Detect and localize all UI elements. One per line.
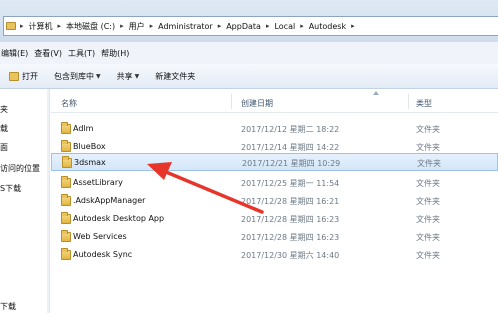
- sort-ascending-icon: [373, 91, 379, 95]
- file-name: BlueBox: [73, 142, 106, 151]
- breadcrumb-label: AppData: [226, 21, 261, 31]
- menu-edit[interactable]: 编辑(E): [1, 48, 34, 59]
- file-type: 文件夹: [416, 143, 440, 152]
- breadcrumb-label: 本地磁盘 (C:): [66, 21, 116, 31]
- file-type: 文件夹: [416, 251, 440, 260]
- file-type: 文件夹: [417, 159, 441, 168]
- menu-bar: 编辑(E) 查看(V) 工具(T) 帮助(H): [0, 42, 498, 64]
- nav-item[interactable]: 面: [0, 142, 8, 153]
- open-button[interactable]: 打开: [9, 71, 38, 82]
- share-button[interactable]: 共享 ▼: [117, 71, 140, 82]
- file-name: Autodesk Desktop App: [73, 214, 165, 223]
- include-label: 包含到库中: [54, 71, 94, 81]
- file-type: 文件夹: [416, 179, 440, 188]
- folder-icon: [61, 212, 71, 224]
- file-date: 2017/12/28 星期四 16:23: [241, 233, 340, 242]
- file-name: .AdskAppManager: [73, 196, 146, 205]
- folder-icon: [61, 194, 71, 206]
- navigation-pane: 夹 载 面 访问的位置 S下载 下载: [0, 89, 50, 313]
- chevron-right-icon[interactable]: ▸: [148, 22, 156, 30]
- breadcrumb-computer[interactable]: 计算机 ▸: [26, 21, 64, 32]
- breadcrumb-local[interactable]: Local ▸: [271, 22, 305, 31]
- breadcrumb-label: 用户: [128, 21, 145, 31]
- nav-item-recent-places[interactable]: 访问的位置: [0, 163, 40, 174]
- file-row-assetlibrary[interactable]: AssetLibrary 2017/12/25 星期一 11:54 文件夹: [51, 174, 498, 192]
- file-date: 2017/12/12 星期二 18:22: [241, 125, 340, 134]
- command-toolbar: 打开 包含到库中 ▼ 共享 ▼ 新建文件夹: [0, 64, 498, 89]
- nav-item-downloads[interactable]: S下载: [0, 183, 21, 194]
- file-date: 2017/12/25 星期一 11:54: [241, 179, 340, 188]
- file-type: 文件夹: [416, 197, 440, 206]
- breadcrumb-appdata[interactable]: AppData ▸: [223, 22, 271, 31]
- chevron-right-icon[interactable]: ▸: [18, 22, 26, 30]
- menu-tools[interactable]: 工具(T): [68, 48, 101, 59]
- chevron-right-icon[interactable]: ▸: [118, 22, 126, 30]
- file-row-desktop-app[interactable]: Autodesk Desktop App 2017/12/28 星期四 16:2…: [51, 210, 498, 228]
- file-date: 2017/12/21 星期四 10:29: [242, 159, 341, 168]
- file-date: 2017/12/28 星期四 16:23: [241, 215, 340, 224]
- nav-item[interactable]: 夹: [0, 104, 8, 115]
- share-label: 共享: [116, 71, 133, 81]
- nav-item-downloads-2[interactable]: 下载: [0, 301, 16, 312]
- file-name: Web Services: [73, 232, 127, 241]
- include-in-library-button[interactable]: 包含到库中 ▼: [54, 71, 101, 82]
- nav-scrollbar[interactable]: [47, 89, 49, 313]
- breadcrumb-label: Administrator: [158, 21, 213, 31]
- breadcrumb-label: 计算机: [28, 21, 53, 31]
- file-row-adskappmanager[interactable]: .AdskAppManager 2017/12/28 星期四 16:21 文件夹: [51, 192, 498, 210]
- file-row-autodesk-sync[interactable]: Autodesk Sync 2017/12/30 星期六 14:40 文件夹: [51, 246, 498, 264]
- breadcrumb-local-disk[interactable]: 本地磁盘 (C:) ▸: [63, 21, 126, 32]
- folder-open-icon: [9, 71, 19, 81]
- column-divider[interactable]: [231, 94, 232, 109]
- folder-icon: [61, 248, 71, 260]
- file-name: Autodesk Sync: [73, 250, 133, 259]
- file-list: Adlm 2017/12/12 星期二 18:22 文件夹 BlueBox 20…: [51, 113, 498, 313]
- column-divider[interactable]: [408, 94, 409, 109]
- column-type-header[interactable]: 类型: [416, 98, 432, 109]
- chevron-right-icon[interactable]: ▸: [56, 22, 64, 30]
- breadcrumb-users[interactable]: 用户 ▸: [126, 21, 156, 32]
- chevron-down-icon: ▼: [134, 72, 140, 80]
- chevron-right-icon[interactable]: ▸: [298, 22, 306, 30]
- breadcrumb-label: Local: [274, 21, 296, 31]
- file-name: 3dsmax: [74, 158, 106, 167]
- column-header-row: 名称 创建日期 类型: [51, 89, 498, 113]
- file-type: 文件夹: [416, 215, 440, 224]
- file-date: 2017/12/14 星期四 14:22: [241, 143, 340, 152]
- folder-icon: [61, 230, 71, 242]
- column-name-header[interactable]: 名称: [61, 98, 77, 109]
- file-name: AssetLibrary: [73, 178, 123, 187]
- menu-help[interactable]: 帮助(H): [101, 48, 135, 59]
- folder-icon: [6, 22, 16, 30]
- new-folder-button[interactable]: 新建文件夹: [155, 71, 195, 82]
- file-type: 文件夹: [416, 233, 440, 242]
- file-date: 2017/12/28 星期四 16:21: [241, 197, 340, 206]
- breadcrumb-label: Autodesk: [308, 21, 347, 31]
- folder-icon: [61, 140, 71, 152]
- file-row-web-services[interactable]: Web Services 2017/12/28 星期四 16:23 文件夹: [51, 228, 498, 246]
- chevron-right-icon[interactable]: ▸: [216, 22, 224, 30]
- file-type: 文件夹: [416, 125, 440, 134]
- folder-icon: [61, 176, 71, 188]
- column-date-header[interactable]: 创建日期: [241, 98, 273, 109]
- file-date: 2017/12/30 星期六 14:40: [241, 251, 340, 260]
- breadcrumb-administrator[interactable]: Administrator ▸: [155, 22, 223, 31]
- file-row-3dsmax[interactable]: 3dsmax 2017/12/21 星期四 10:29 文件夹: [51, 153, 498, 171]
- new-folder-label: 新建文件夹: [155, 71, 196, 81]
- chevron-right-icon[interactable]: ▸: [264, 22, 272, 30]
- open-label: 打开: [22, 71, 38, 81]
- chevron-right-icon[interactable]: ▸: [349, 22, 357, 30]
- folder-icon: [62, 156, 72, 168]
- nav-item[interactable]: 载: [0, 123, 8, 134]
- file-name: Adlm: [73, 124, 94, 133]
- chevron-down-icon: ▼: [96, 72, 101, 80]
- file-row-adlm[interactable]: Adlm 2017/12/12 星期二 18:22 文件夹: [51, 120, 498, 138]
- folder-icon: [61, 122, 71, 134]
- breadcrumb-autodesk[interactable]: Autodesk ▸: [306, 22, 357, 31]
- menu-view[interactable]: 查看(V): [34, 48, 68, 59]
- address-bar-area: ▸ 计算机 ▸ 本地磁盘 (C:) ▸ 用户 ▸ Administrator ▸ App…: [0, 0, 498, 42]
- address-bar[interactable]: ▸ 计算机 ▸ 本地磁盘 (C:) ▸ 用户 ▸ Administrator ▸ App…: [3, 16, 498, 36]
